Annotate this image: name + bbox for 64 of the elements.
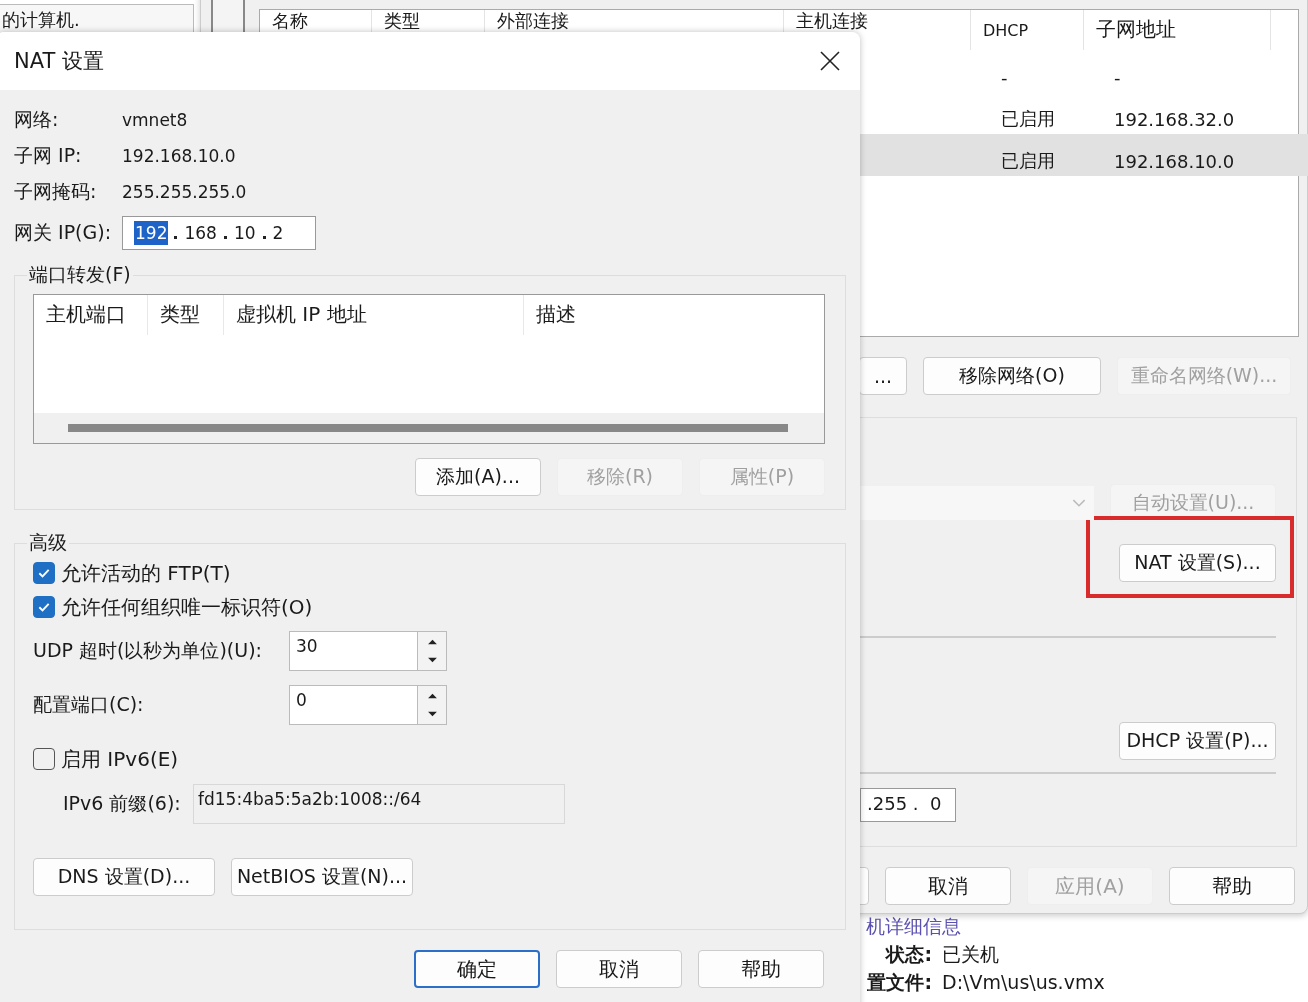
checkbox[interactable]: [33, 562, 55, 584]
heading-text: 的计算机.: [2, 9, 80, 31]
group-title: 端口转发(F): [28, 262, 132, 287]
dhcp-settings-button[interactable]: DHCP 设置(P)...: [1119, 722, 1276, 760]
group-title: 高级: [28, 530, 68, 555]
ip-octet[interactable]: 10: [232, 221, 257, 245]
checkbox-label[interactable]: 启用 IPv6(E): [61, 745, 179, 773]
table-cell-text: 已启用: [1000, 107, 1056, 131]
table-cell-text: -: [1113, 66, 1122, 88]
up-arrow-icon[interactable]: [426, 692, 438, 699]
network-button[interactable]: 移除网络(O): [923, 357, 1101, 395]
detail-value: 已关机: [942, 942, 999, 966]
dialog-button[interactable]: 帮助: [698, 950, 824, 988]
field-value: 255.255.255.0: [122, 182, 247, 202]
chevron-icon: [1072, 499, 1086, 508]
dialog-button[interactable]: 帮助: [1169, 867, 1295, 905]
scrollbar[interactable]: [34, 413, 824, 443]
detail-label: 置文件:: [866, 970, 932, 994]
table-cell-text: -: [1000, 66, 1009, 88]
gateway-ip-field[interactable]: 192 168 10 2: [122, 216, 316, 250]
field-value: 192.168.10.0: [122, 146, 236, 166]
window-title: NAT 设置: [14, 48, 104, 75]
nat-settings-button[interactable]: NAT 设置(S)...: [1119, 544, 1276, 582]
field-value: vmnet8: [122, 110, 188, 130]
table-cell-text: 已启用: [1000, 149, 1056, 173]
table-cell-text: 192.168.10.0: [1113, 150, 1236, 172]
field-label: IPv6 前缀(6):: [63, 791, 182, 816]
column-header[interactable]: 描述: [524, 295, 804, 335]
number-spinner[interactable]: 0: [289, 685, 447, 725]
dialog-button[interactable]: 取消: [885, 867, 1011, 905]
field-label: 网络:: [14, 107, 60, 132]
field-label: 子网 IP:: [14, 143, 83, 168]
settings-button[interactable]: DNS 设置(D)...: [33, 858, 215, 896]
port-button[interactable]: 添加(A)...: [415, 458, 541, 496]
field-label: UDP 超时(以秒为单位)(U):: [33, 638, 263, 663]
subnet-mask-field[interactable]: .255 . 0: [860, 788, 956, 822]
field-label: 网关 IP(G):: [14, 220, 113, 245]
down-arrow-icon[interactable]: [426, 657, 438, 664]
network-button[interactable]: ...: [859, 357, 907, 395]
field-label: 子网掩码:: [14, 179, 98, 204]
field-label: 配置端口(C):: [33, 692, 145, 717]
ip-octet[interactable]: 168: [183, 221, 218, 245]
up-arrow-icon[interactable]: [426, 638, 438, 645]
column-header[interactable]: DHCP: [971, 10, 1084, 50]
checkbox-label[interactable]: 允许活动的 FTP(T): [61, 559, 231, 587]
details-heading: 机详细信息: [866, 914, 962, 938]
checkbox-label[interactable]: 允许任何组织唯一标识符(O): [61, 593, 313, 621]
close-icon[interactable]: [820, 51, 840, 71]
checkbox[interactable]: [33, 748, 55, 770]
column-header[interactable]: 主机端口: [34, 295, 148, 335]
dialog-button[interactable]: 确定: [414, 950, 540, 988]
dialog-button[interactable]: 取消: [556, 950, 682, 988]
column-header[interactable]: 虚拟机 IP 地址: [224, 295, 524, 335]
table-cell-text: 192.168.32.0: [1113, 108, 1236, 130]
settings-button[interactable]: NetBIOS 设置(N)...: [231, 858, 413, 896]
detail-label: 状态:: [884, 942, 932, 966]
checkbox[interactable]: [33, 596, 55, 618]
ip-octet[interactable]: 2: [271, 221, 285, 245]
column-header[interactable]: 类型: [148, 295, 224, 335]
number-spinner[interactable]: 30: [289, 631, 447, 671]
ip-octet[interactable]: 192: [134, 221, 169, 245]
down-arrow-icon[interactable]: [426, 711, 438, 718]
detail-value: D:\Vm\us\us.vmx: [942, 970, 1105, 994]
column-header[interactable]: 子网地址: [1084, 10, 1271, 50]
